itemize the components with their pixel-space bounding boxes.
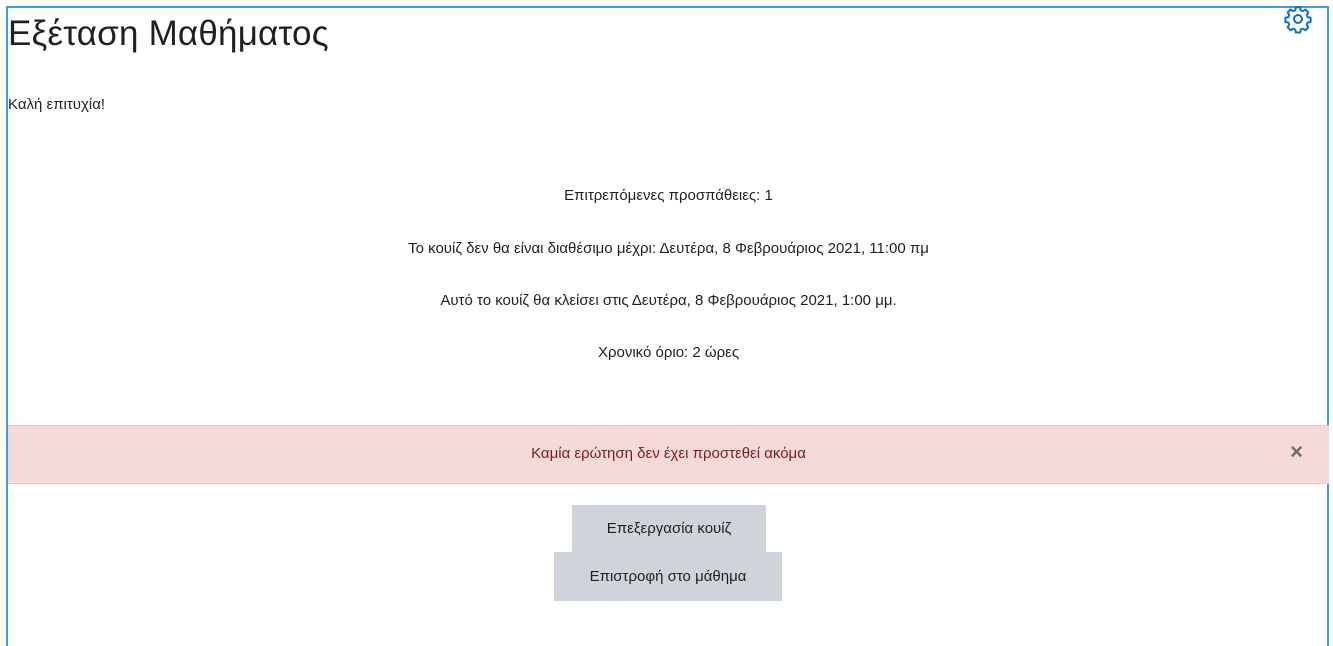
edit-quiz-button[interactable]: Επεξεργασία κουίζ — [572, 505, 766, 552]
quiz-close-date: Αυτό το κουίζ θα κλείσει στις Δευτέρα, 8… — [440, 292, 897, 309]
gear-icon — [1284, 6, 1312, 34]
close-icon[interactable]: × — [1290, 441, 1303, 463]
quiz-open-date: Το κουίζ δεν θα είναι διαθέσιμο μέχρι: Δ… — [408, 240, 929, 257]
settings-menu-button[interactable] — [1283, 4, 1313, 34]
quiz-intro-text: Καλή επιτυχία! — [8, 96, 106, 113]
time-limit: Χρονικό όριο: 2 ώρες — [597, 344, 740, 361]
no-questions-alert: Καμία ερώτηση δεν έχει προστεθεί ακόμα × — [8, 425, 1329, 484]
page-title: Εξέταση Μαθήματος — [8, 14, 329, 53]
alert-message: Καμία ερώτηση δεν έχει προστεθεί ακόμα — [531, 445, 806, 462]
attempts-allowed: Επιτρεπόμενες προσπάθειες: 1 — [564, 187, 773, 204]
back-to-course-button[interactable]: Επιστροφή στο μάθημα — [554, 552, 782, 601]
